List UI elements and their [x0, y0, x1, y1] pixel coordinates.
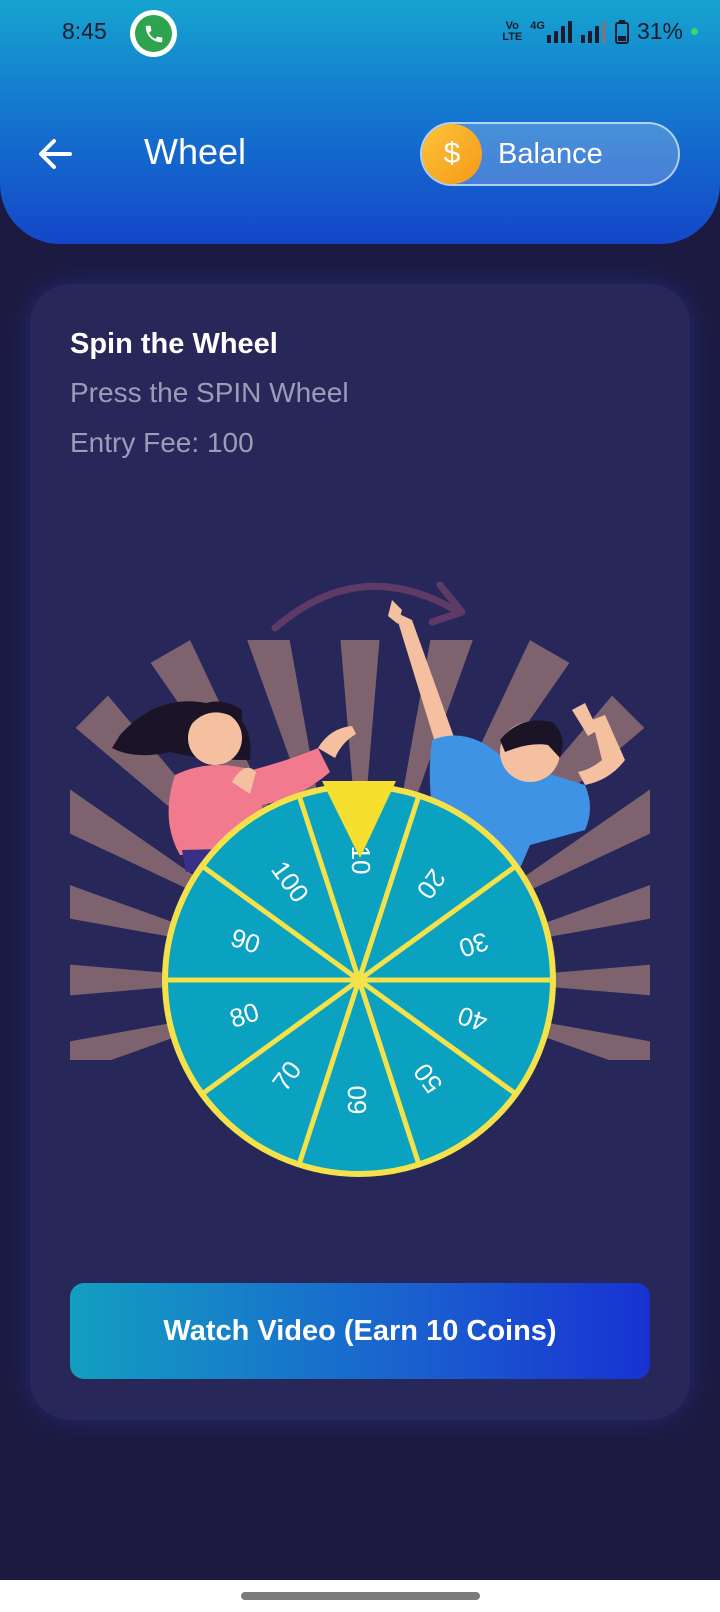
home-indicator[interactable]	[241, 1592, 480, 1600]
curved-arrow-icon	[271, 581, 466, 632]
wheel-segment-label: 60	[342, 1086, 372, 1115]
watch-video-button[interactable]: Watch Video (Earn 10 Coins)	[70, 1283, 650, 1379]
